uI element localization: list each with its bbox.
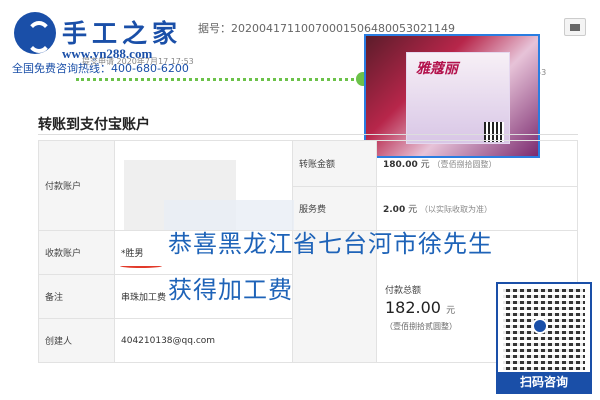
product-qr-icon <box>484 122 504 142</box>
congrats-line1: 恭喜黑龙江省七台河市徐先生 <box>168 230 493 258</box>
print-button[interactable] <box>564 18 586 36</box>
progress-step-left: 提交申请 2020年7月17 17:53 <box>82 57 194 66</box>
logo-icon <box>14 12 56 54</box>
receiver-red-underline <box>120 264 162 268</box>
site-title: 手工之家 <box>62 19 183 48</box>
creator-value: 404210138@qq.com <box>114 318 293 363</box>
qr-consult-widget[interactable]: 扫码咨询 <box>496 282 592 394</box>
progress-line <box>76 78 366 82</box>
total-note: （壹佰捌拾贰圆整） <box>385 322 457 331</box>
section-divider <box>38 134 578 135</box>
transfer-amount-value: 180.00 <box>383 160 418 170</box>
fee-value: 2.00 <box>383 205 406 215</box>
fee-note: （以实际收取为准） <box>419 205 492 214</box>
printer-icon <box>570 24 580 31</box>
fee-unit: 元 <box>408 205 418 215</box>
transfer-amount-label: 转账金额 <box>292 140 377 187</box>
transfer-amount-note: （壹佰捌拾圆整） <box>432 160 497 169</box>
total-value: 182.00 <box>385 298 441 317</box>
transfer-amount-cell: 180.00 元 （壹佰捌拾圆整） <box>376 140 578 187</box>
qr-label: 扫码咨询 <box>498 372 590 392</box>
receiver-label: 收款账户 <box>38 230 115 275</box>
total-amount: 182.00 元 <box>385 298 455 317</box>
section-title: 转账到支付宝账户 <box>38 117 150 133</box>
total-label: 付款总额 <box>385 286 422 296</box>
remark-label: 备注 <box>38 274 115 319</box>
payer-label: 付款账户 <box>38 140 115 231</box>
total-unit: 元 <box>446 306 456 316</box>
transfer-amount-unit: 元 <box>420 160 430 170</box>
qr-logo-icon <box>532 318 548 334</box>
congrats-line2: 获得加工费 <box>168 276 293 304</box>
creator-label: 创建人 <box>38 318 115 363</box>
product-brand: 雅蔻丽 <box>416 61 458 77</box>
